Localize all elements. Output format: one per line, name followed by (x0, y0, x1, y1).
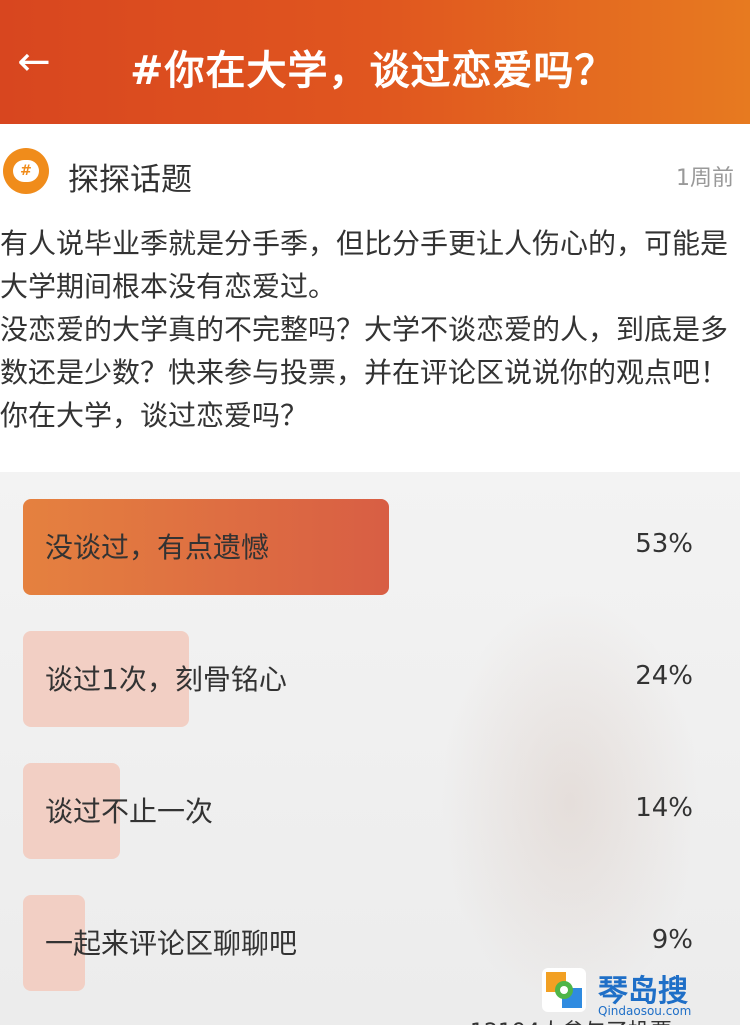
page-title: #你在大学，谈过恋爱吗？ (130, 48, 616, 94)
poll: 没谈过，有点遗憾 53% 谈过1次，刻骨铭心 24% 谈过不止一次 14% 一起… (0, 472, 740, 1025)
hashtag-chat-icon[interactable]: # (3, 148, 49, 194)
poll-option-label: 谈过1次，刻骨铭心 (45, 663, 287, 696)
back-arrow-icon[interactable]: ← (12, 38, 56, 86)
post-paragraph: 没恋爱的大学真的不完整吗？大学不谈恋爱的人，到底是多数还是少数？快来参与投票，并… (0, 313, 729, 432)
author-row: # 探探话题 1周前 (0, 124, 750, 220)
watermark-logo-icon (542, 968, 586, 1012)
poll-option-2[interactable]: 谈过1次，刻骨铭心 24% (0, 631, 740, 727)
post-body: 有人说毕业季就是分手季，但比分手更让人伤心的，可能是大学期间根本没有恋爱过。 没… (0, 222, 740, 437)
post-time: 1周前 (676, 166, 734, 191)
poll-option-label: 一起来评论区聊聊吧 (45, 927, 298, 960)
poll-option-1[interactable]: 没谈过，有点遗憾 53% (0, 499, 740, 595)
post-paragraph: 有人说毕业季就是分手季，但比分手更让人伤心的，可能是大学期间根本没有恋爱过。 (0, 227, 729, 303)
watermark-subtext: Qindaosou.com (598, 1004, 692, 1018)
poll-option-percent: 9% (651, 925, 693, 955)
poll-option-label: 谈过不止一次 (45, 795, 214, 828)
poll-option-percent: 14% (635, 793, 693, 823)
author-name[interactable]: 探探话题 (68, 154, 192, 199)
watermark: 琴岛搜 Qindaosou.com (540, 966, 745, 1022)
poll-option-percent: 24% (635, 661, 693, 691)
poll-option-3[interactable]: 谈过不止一次 14% (0, 763, 740, 859)
top-bar: ← #你在大学，谈过恋爱吗？ (0, 0, 750, 124)
poll-option-label: 没谈过，有点遗憾 (45, 531, 270, 564)
author-icon-symbol: # (13, 160, 39, 182)
poll-option-percent: 53% (635, 529, 693, 559)
